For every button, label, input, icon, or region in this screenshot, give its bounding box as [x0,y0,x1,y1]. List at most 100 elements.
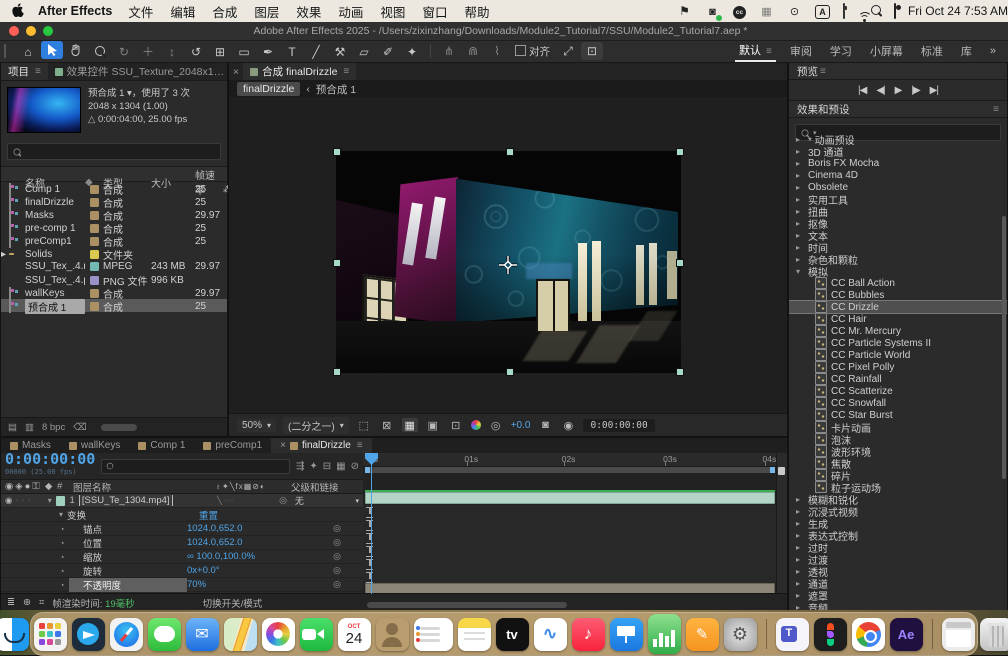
timeline-vertical-scrollbar[interactable] [776,453,787,594]
dock-trash-icon[interactable] [980,618,1008,651]
motion-blur-icon[interactable]: ⊘ [351,461,359,472]
layer-label-chip[interactable] [56,496,66,506]
property-name[interactable]: 缩放 [69,550,187,564]
chevron-right-icon[interactable]: ▸ [796,219,804,228]
effect-item[interactable]: 波形环境 [789,445,1007,457]
frame-blending-icon[interactable]: ▦ [336,461,345,472]
chevron-right-icon[interactable]: ▸ [796,591,804,600]
menu-composition[interactable]: 合成 [212,6,237,20]
expand-icon[interactable]: ▸ [1,249,9,260]
text-tool[interactable]: T [281,43,303,61]
workspace-tab-库[interactable]: 库 [957,41,976,61]
chevron-right-icon[interactable]: ▸ [796,531,804,540]
zoom-tool[interactable] [89,42,111,60]
dock-minimized-window-icon[interactable] [942,618,975,651]
workspace-tab-标准[interactable]: 标准 [917,41,947,61]
anchor-point-icon[interactable] [498,255,518,275]
property-row-缩放[interactable]: ◔ 缩放 ∞ 100.0,100.0% ◎ [1,550,363,564]
chevron-right-icon[interactable]: ▸ [796,255,804,264]
expand-in-out-icon[interactable]: ⌗ [39,597,44,608]
resolution-dropdown[interactable]: (二分之一)▾ [283,417,349,434]
pixel-aspect-icon[interactable]: ⊠ [379,418,395,432]
dock-contacts-icon[interactable] [376,618,409,651]
project-item-row[interactable]: Masks 合成 29.97 [1,208,227,221]
item-name[interactable]: wallKeys [25,288,85,299]
work-area-end-handle[interactable] [770,467,775,473]
composition-mini-flowchart-icon[interactable]: ⇶ [296,461,304,472]
panel-menu-icon[interactable]: ≡ [35,66,41,77]
label-color-chip[interactable] [90,250,99,259]
workspace-tab-学习[interactable]: 学习 [826,41,856,61]
label-color-chip[interactable] [90,198,99,207]
chevron-right-icon[interactable]: ▸ [796,207,804,216]
parent-dropdown[interactable]: 无▾ [291,495,363,506]
layer-row[interactable]: ◉▫▫▫ ▾ 1 [SSU_Te_1304.mp4] ╲▫▫▫ ◎ 无▾ [1,494,363,508]
project-item-row[interactable]: SSU_Tex_.4.mp4 MPEG 243 MB 29.97 [1,260,227,273]
pick-whip-icon[interactable]: ◎ [329,537,345,548]
snapshot-camera-icon[interactable]: ◙ [537,418,553,432]
chevron-right-icon[interactable]: ▸ [796,543,804,552]
chevron-right-icon[interactable]: ▸ [796,579,804,588]
align-toggle[interactable]: 对齐 [515,44,550,59]
menu-edit[interactable]: 编辑 [170,6,195,20]
panel-menu-icon[interactable]: ≡ [993,104,999,115]
tab-effect-controls[interactable]: 效果控件 SSU_Texture_2048x1304 [48,63,227,80]
chevron-down-icon[interactable]: ▾ [55,510,67,519]
dock-launchpad-icon[interactable] [34,618,67,651]
rect-tool[interactable]: ▭ [233,43,255,61]
graph-row[interactable] [363,557,777,571]
work-area-bar[interactable] [365,467,775,473]
project-item-row[interactable]: ▸ Solids 文件夹 [1,247,227,260]
hand-tool[interactable] [65,41,87,59]
project-columns-header[interactable]: 名称◆ 类型大小帧速率 [1,166,227,182]
chevron-right-icon[interactable]: ▸ [796,135,804,144]
chevron-right-icon[interactable]: ▸ [796,171,804,180]
selection-handle[interactable] [333,368,341,376]
effects-category[interactable]: ▸3D 通道 [789,145,1007,157]
menubar-clock[interactable]: Fri Oct 24 7:53 AM [908,4,1008,18]
input-source-icon[interactable]: A [815,4,830,19]
stopwatch-icon[interactable]: ◔ [55,552,69,562]
playhead-line[interactable] [371,453,372,594]
item-name[interactable]: SSU_Tex_.4.mp4 [25,261,85,272]
selection-handle[interactable] [333,148,341,156]
dock-apple-tv-icon[interactable]: tv [496,618,529,651]
transform-group-row[interactable]: ▾ 变换 重置 [1,508,363,522]
pick-whip-icon[interactable]: ◎ [329,523,345,534]
dock-chrome-icon[interactable] [852,618,885,651]
dock-freeform-icon[interactable]: ∿ [534,618,567,651]
selection-handle[interactable] [506,148,514,156]
stopwatch-icon[interactable]: ◔ [55,538,69,548]
footage-thumbnail[interactable] [7,87,81,133]
label-color-chip[interactable] [90,276,99,285]
expand-layer-switches-icon[interactable]: ≣ [7,597,15,608]
effect-item[interactable]: CC Scatterize [789,385,1007,397]
hide-shy-layers-icon[interactable]: ⊟ [323,461,331,472]
project-search-input[interactable] [7,143,221,160]
chevron-right-icon[interactable]: ▸ [796,243,804,252]
transparency-grid-icon[interactable]: ⊡ [448,418,464,432]
label-color-chip[interactable] [90,262,99,271]
timeline-graph-area[interactable]: 0s01s02s03s04s [363,453,787,594]
workspace-tab-审阅[interactable]: 审阅 [786,41,816,61]
effect-item[interactable]: 焦散 [789,457,1007,469]
effect-item[interactable]: 碎片 [789,469,1007,481]
dock-calendar-icon[interactable]: OCT24 [338,618,371,651]
dock-pages-icon[interactable]: ✎ [686,618,719,651]
comp-marker-bin-icon[interactable] [778,467,785,475]
selection-handle[interactable] [506,368,514,376]
dock-after-effects-icon[interactable]: Ae [890,618,923,651]
mask-visibility-icon[interactable]: ⊡ [581,42,603,60]
label-color-chip[interactable] [90,211,99,220]
footage-name[interactable]: 预合成 1 ▾，使用了 3 次 [88,87,190,100]
pan-camera-tool[interactable]: ＋ [137,43,159,61]
roto-brush-tool[interactable]: ✐ [377,43,399,61]
transform-group-label[interactable]: 变换 [67,508,185,522]
effect-item[interactable]: CC Mr. Mercury [789,325,1007,337]
rotate-tool[interactable]: ↺ [185,43,207,61]
effect-item[interactable]: 卡片动画 [789,421,1007,433]
graph-row[interactable] [363,505,777,519]
dock-keynote-icon[interactable] [610,618,643,651]
effect-item[interactable]: 泡沫 [789,433,1007,445]
item-name[interactable]: Masks [25,210,85,221]
